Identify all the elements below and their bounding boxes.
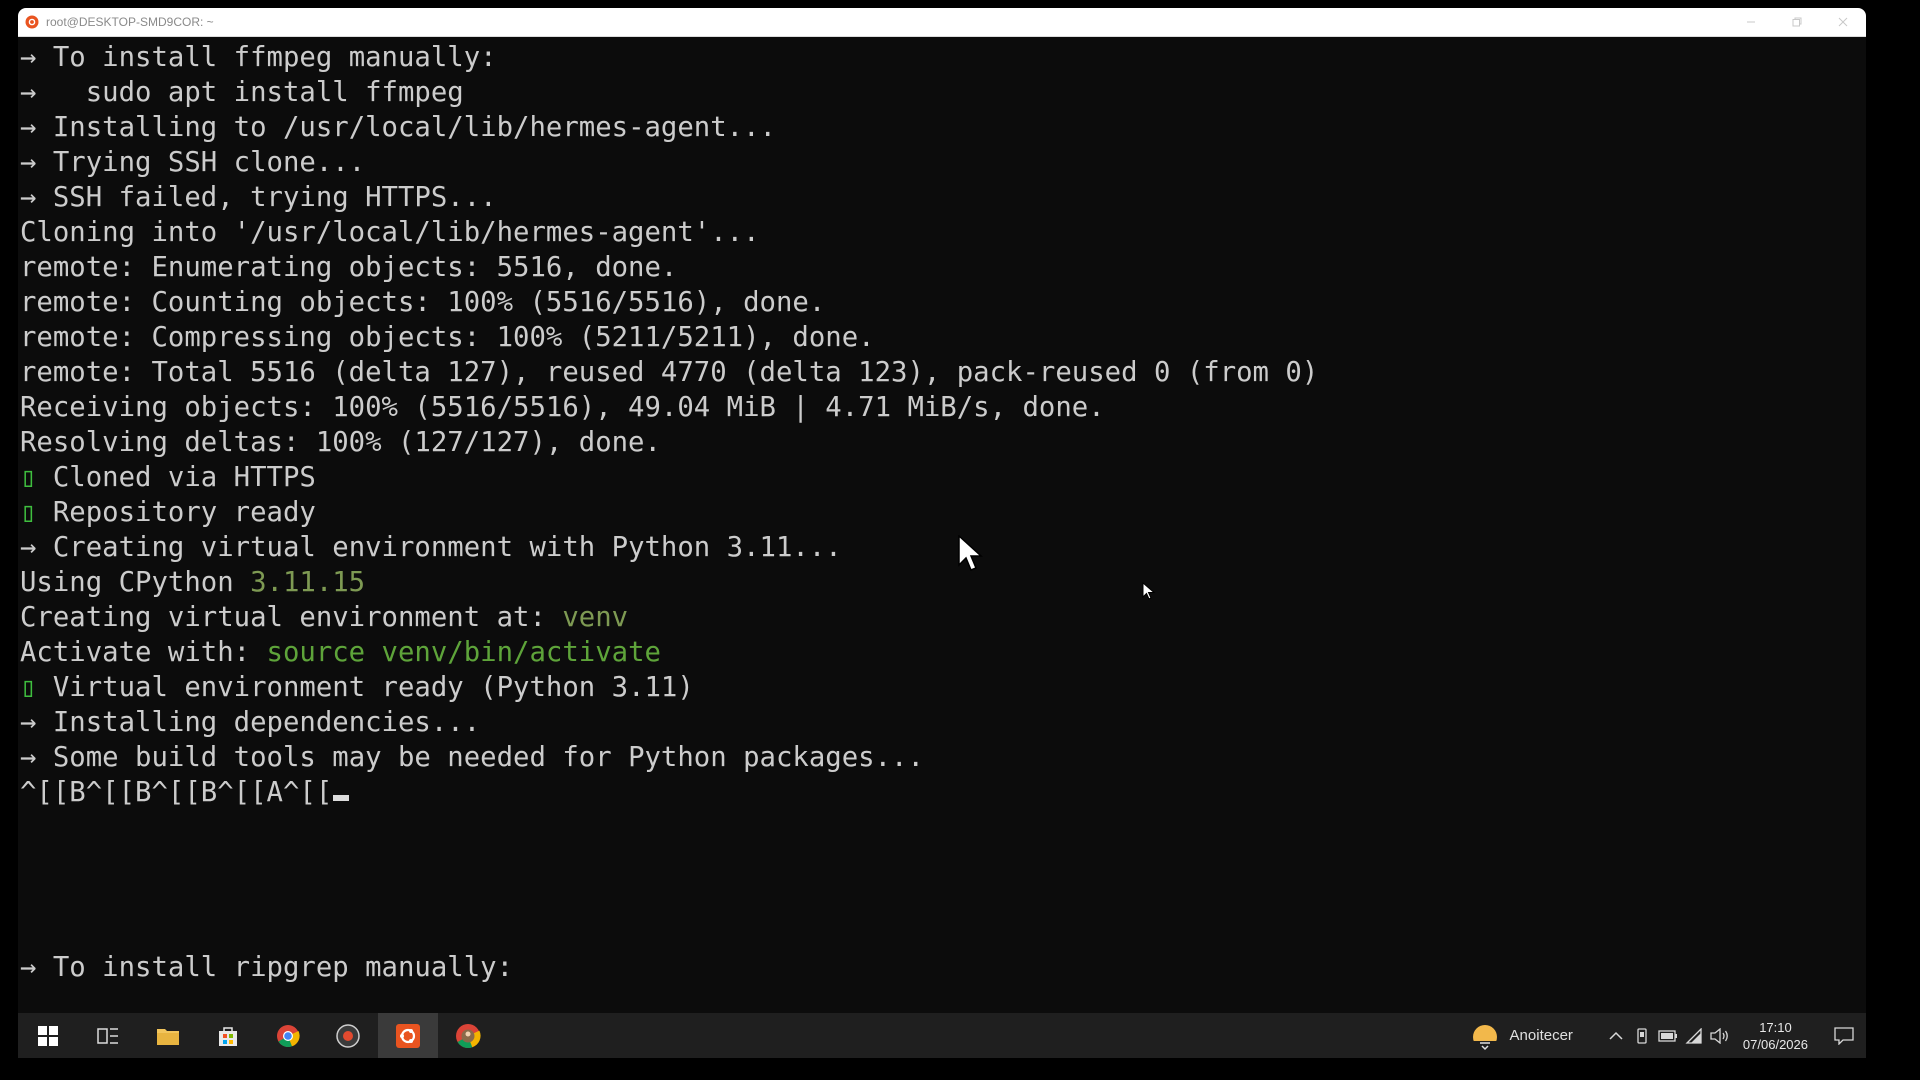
mouse-pointer-icon — [1142, 582, 1156, 600]
terminal-line: Activate with: source venv/bin/activate — [20, 637, 661, 668]
device-icon[interactable] — [1629, 1013, 1655, 1058]
terminal-line: → SSH failed, trying HTTPS... — [20, 182, 497, 213]
close-button[interactable] — [1820, 8, 1866, 36]
app-button[interactable] — [318, 1013, 378, 1058]
taskbar: Anoitecer 17:10 07/06/2026 — [18, 1013, 1866, 1058]
notifications-button[interactable] — [1822, 1013, 1866, 1058]
check-box-icon: ▯ — [20, 462, 53, 493]
clock-date: 07/06/2026 — [1742, 1036, 1808, 1052]
terminal-line: → Installing to /usr/local/lib/hermes-ag… — [20, 112, 776, 143]
chrome-profile-icon — [456, 1023, 481, 1048]
clock-time: 17:10 — [1759, 1019, 1792, 1035]
weather-widget[interactable]: Anoitecer — [1469, 1021, 1573, 1051]
ubuntu-icon — [396, 1023, 420, 1048]
check-box-icon: ▯ — [20, 497, 53, 528]
sunset-icon — [1469, 1024, 1500, 1051]
chrome-profile-button[interactable] — [438, 1013, 498, 1058]
terminal-output[interactable]: → To install ffmpeg manually: → sudo apt… — [20, 40, 1866, 1013]
terminal-line: Creating virtual environment at: venv — [20, 602, 629, 633]
terminal-line: Receiving objects: 100% (5516/5516), 49.… — [20, 392, 1105, 423]
task-view-button[interactable] — [78, 1013, 138, 1058]
activate-command: source venv/bin/activate — [266, 637, 661, 668]
terminal-input-line[interactable]: ^[[B^[[B^[[B^[[A^[[ — [20, 775, 1866, 810]
terminal-line: → sudo apt install ffmpeg — [20, 77, 464, 108]
terminal-line: → Some build tools may be needed for Pyt… — [20, 742, 924, 773]
clock[interactable]: 17:10 07/06/2026 — [1743, 1019, 1808, 1053]
store-button[interactable] — [198, 1013, 258, 1058]
title-bar[interactable]: root@DESKTOP-SMD9COR: ~ — [18, 8, 1866, 37]
task-view-icon — [97, 1027, 118, 1044]
check-box-icon: ▯ — [20, 672, 53, 703]
terminal-line: Resolving deltas: 100% (127/127), done. — [20, 427, 661, 458]
wifi-icon[interactable] — [1681, 1013, 1707, 1058]
terminal-line: → To install ffmpeg manually: — [20, 42, 497, 73]
folder-icon — [157, 1028, 179, 1045]
minimize-button[interactable] — [1728, 8, 1774, 36]
system-tray: 17:10 07/06/2026 — [1603, 1013, 1866, 1058]
weather-text: Anoitecer — [1509, 1027, 1573, 1044]
battery-icon[interactable] — [1655, 1013, 1681, 1058]
minimize-icon — [1747, 21, 1755, 23]
desktop: root@DESKTOP-SMD9COR: ~ → To install ffm… — [0, 0, 1920, 1080]
text-cursor — [333, 795, 350, 801]
terminal-line: ▯ Virtual environment ready (Python 3.11… — [20, 672, 694, 703]
ubuntu-terminal-button[interactable] — [378, 1013, 438, 1058]
window-title: root@DESKTOP-SMD9COR: ~ — [46, 15, 214, 29]
file-explorer-button[interactable] — [138, 1013, 198, 1058]
terminal-line: Cloning into '/usr/local/lib/hermes-agen… — [20, 217, 760, 248]
terminal-line: remote: Compressing objects: 100% (5211/… — [20, 322, 875, 353]
terminal-line: remote: Enumerating objects: 5516, done. — [20, 252, 678, 283]
terminal-line: ▯ Repository ready — [20, 497, 316, 528]
notification-icon — [1834, 1026, 1854, 1045]
close-icon — [1838, 17, 1848, 27]
mouse-pointer-icon — [958, 535, 983, 571]
python-version: 3.11.15 — [250, 567, 366, 598]
terminal-line: → Installing dependencies... — [20, 707, 481, 738]
app-icon — [336, 1023, 360, 1048]
store-icon — [219, 1026, 237, 1046]
terminal-line: → Creating virtual environment with Pyth… — [20, 532, 842, 563]
windows-icon — [38, 1025, 58, 1046]
terminal-line: → To install ripgrep manually: — [20, 952, 514, 983]
restore-icon — [1792, 17, 1802, 27]
terminal-line: ▯ Cloned via HTTPS — [20, 462, 316, 493]
terminal-line: remote: Counting objects: 100% (5516/551… — [20, 287, 826, 318]
chrome-icon — [277, 1024, 300, 1047]
maximize-button[interactable] — [1774, 8, 1820, 36]
terminal-line: → Trying SSH clone... — [20, 147, 366, 178]
terminal-line: Using CPython 3.11.15 — [20, 567, 366, 598]
terminal-window: root@DESKTOP-SMD9COR: ~ → To install ffm… — [18, 8, 1866, 1013]
chevron-up-icon[interactable] — [1603, 1013, 1629, 1058]
venv-path: venv — [562, 602, 629, 633]
ubuntu-icon — [24, 14, 40, 30]
terminal-line: remote: Total 5516 (delta 127), reused 4… — [20, 357, 1319, 388]
chrome-button[interactable] — [258, 1013, 318, 1058]
volume-icon[interactable] — [1707, 1013, 1733, 1058]
start-button[interactable] — [18, 1013, 78, 1058]
